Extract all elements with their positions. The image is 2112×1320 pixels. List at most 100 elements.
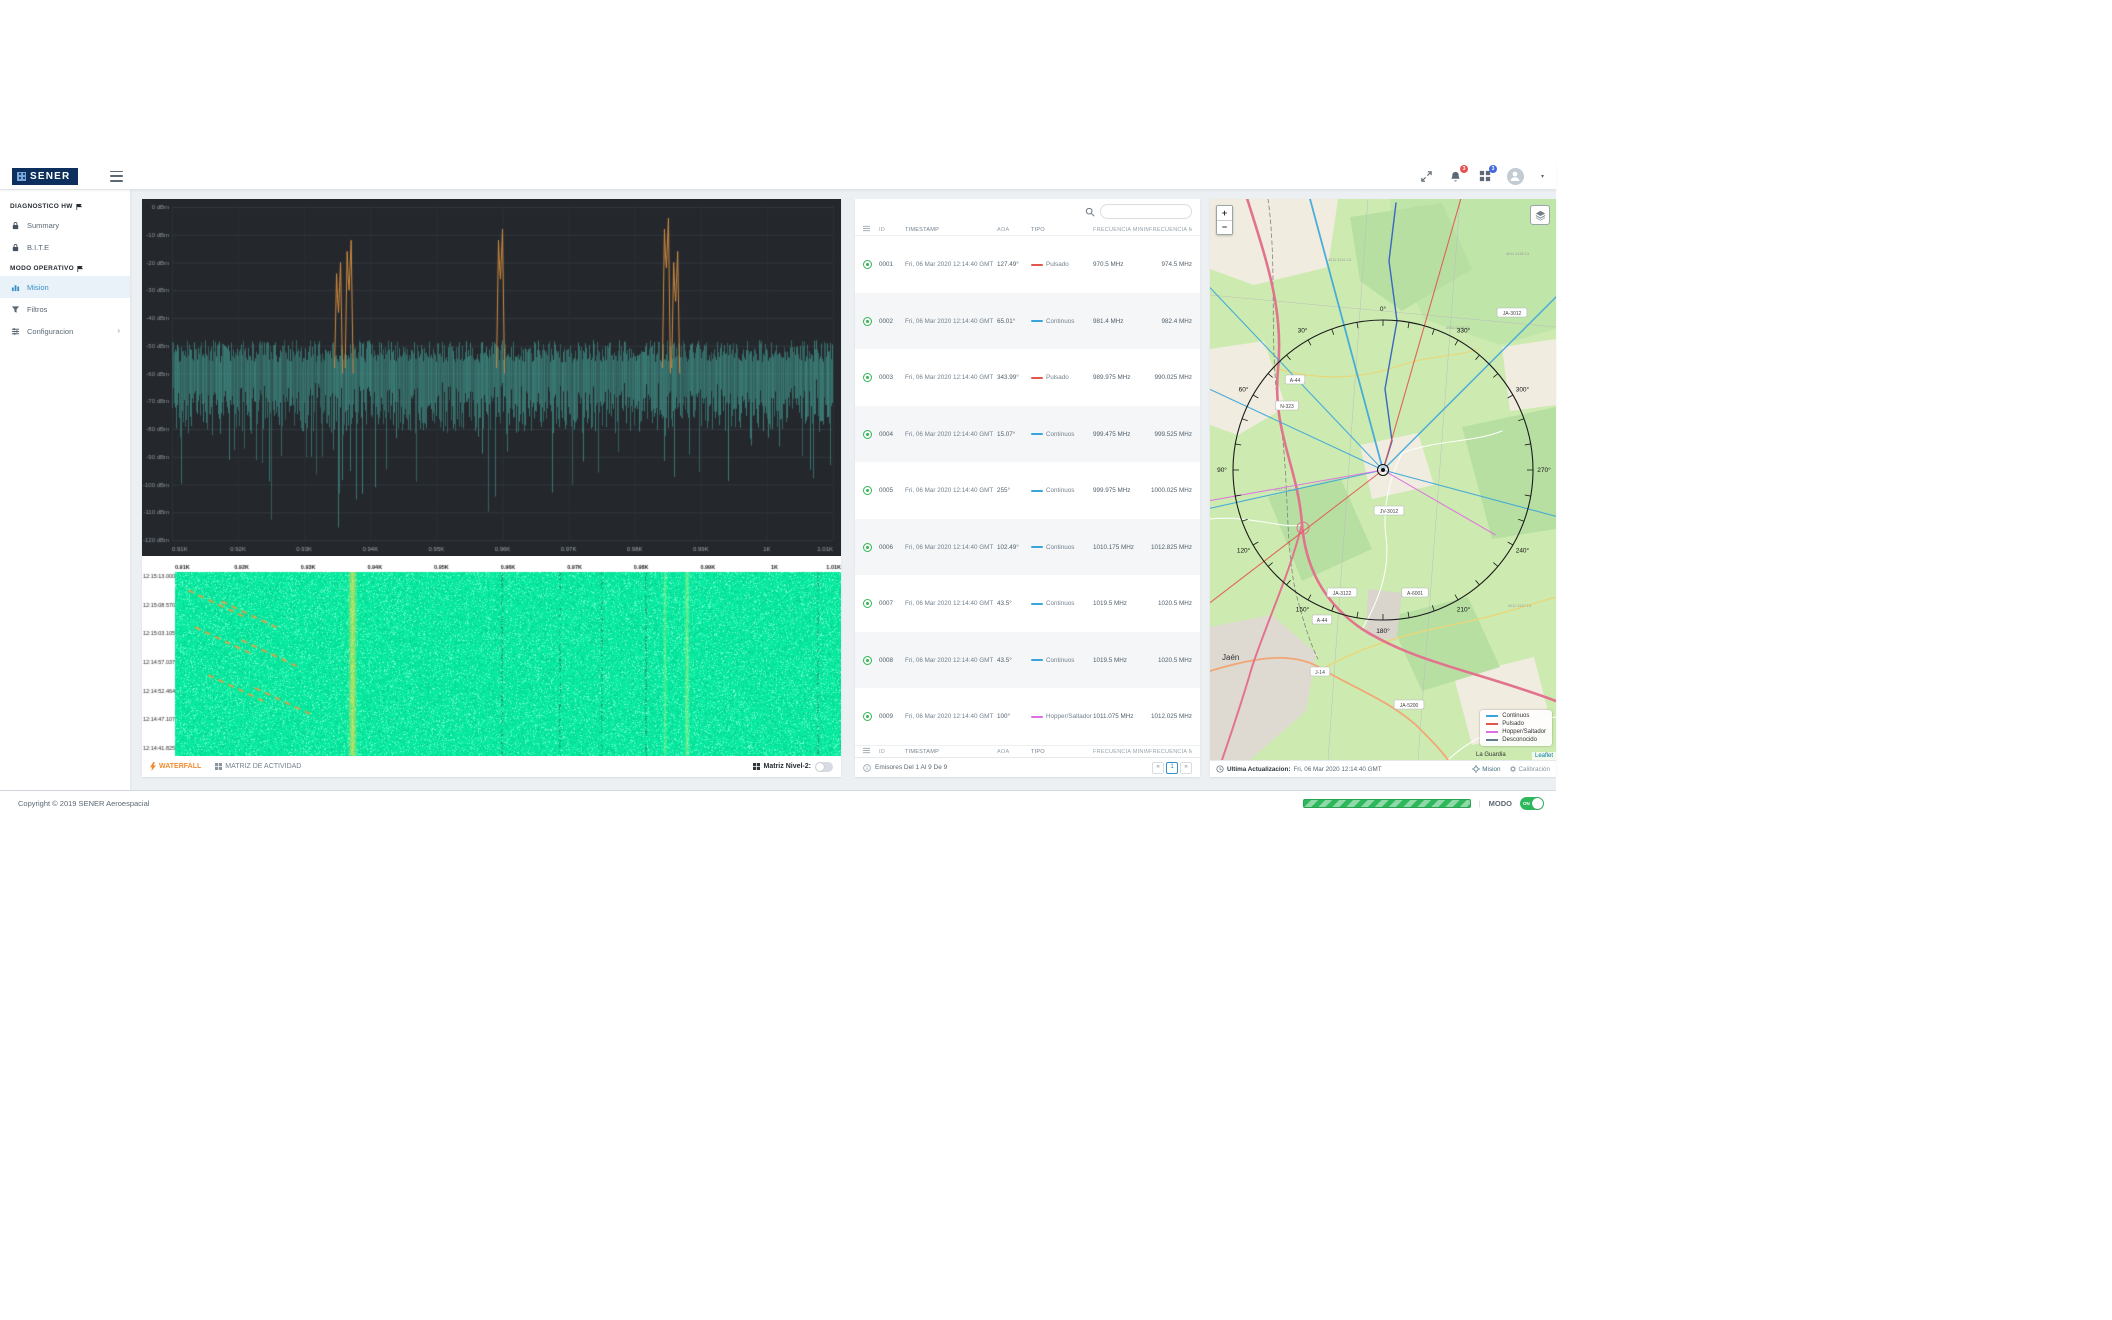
emitter-frecuencia-maxima: 1020.5 MHz — [1149, 657, 1192, 664]
flag-icon — [77, 266, 83, 272]
user-avatar[interactable] — [1507, 168, 1524, 185]
emitter-aoa: 127.49° — [997, 261, 1031, 268]
sidebar-item-bite[interactable]: B.I.T.E — [0, 236, 130, 258]
table-row[interactable]: 0004Fri, 06 Mar 2020 12:14:40 GMT15.07°C… — [855, 406, 1200, 463]
target-icon — [863, 712, 872, 721]
waterfall-chart[interactable] — [142, 562, 841, 756]
flag-icon — [76, 204, 82, 210]
legend-item: Hopper/Saltador — [1486, 729, 1546, 735]
grid-icon — [753, 763, 760, 770]
sidebar-item-configuracion[interactable]: Configuracion › — [0, 320, 130, 342]
app-window: SENER 3 3 ▾ DIAGNOSTICO HW — [0, 163, 1556, 815]
emitter-status-icon[interactable] — [863, 430, 879, 439]
compass-degree-label: 330° — [1457, 327, 1471, 335]
column-header: AOA — [997, 227, 1031, 233]
apps-grid-icon[interactable]: 3 — [1478, 169, 1492, 183]
sidebar-section-modo-operativo: MODO OPERATIVO — [0, 258, 130, 276]
target-dot — [866, 320, 869, 323]
emitter-tipo: Pulsado — [1031, 261, 1093, 268]
compass-degree-label: 120° — [1237, 547, 1251, 555]
modo-toggle[interactable]: ON — [1520, 797, 1544, 810]
column-header: ID — [879, 749, 905, 755]
emitter-id: 0005 — [879, 487, 905, 494]
logo-text: SENER — [30, 171, 70, 182]
emitter-tipo: Hopper/Saltador — [1031, 713, 1093, 720]
target-dot — [866, 659, 869, 662]
mision-button[interactable]: Mision — [1472, 765, 1500, 773]
emitters-table-panel: IDTIMESTAMPAOATIPOFRECUENCIA MINIMAFRECU… — [855, 199, 1200, 777]
emitter-frecuencia-minima: 1019.5 MHz — [1093, 600, 1149, 607]
table-footer: Emisores Del 1 Al 9 De 9 « 1 » — [855, 757, 1200, 777]
emitter-frecuencia-maxima: 1012.825 MHz — [1149, 544, 1192, 551]
gear-icon — [1509, 765, 1517, 773]
sidebar-item-mision[interactable]: Mision — [0, 276, 130, 298]
sener-logo-icon — [17, 172, 26, 181]
matriz-nivel-toggle[interactable] — [815, 762, 833, 772]
sener-logo[interactable]: SENER — [12, 168, 78, 185]
menu-toggle-button[interactable] — [110, 171, 123, 182]
notifications-bell-icon[interactable]: 3 — [1449, 169, 1463, 183]
map-canvas[interactable]: 4011.3141.134011.3145.134012.3144.134011… — [1210, 199, 1556, 760]
emitter-frecuencia-minima: 999.975 MHz — [1093, 487, 1149, 494]
svg-text:4011.3147.13: 4011.3147.13 — [1508, 604, 1531, 608]
target-icon — [863, 486, 872, 495]
emitter-status-icon[interactable] — [863, 656, 879, 665]
emitter-status-icon[interactable] — [863, 373, 879, 382]
zoom-in-button[interactable]: + — [1217, 206, 1232, 220]
spectrum-chart[interactable] — [142, 199, 841, 556]
target-dot — [866, 433, 869, 436]
target-dot — [866, 602, 869, 605]
legend-color-line — [1486, 731, 1498, 733]
emitter-status-icon[interactable] — [863, 712, 879, 721]
table-row[interactable]: 0001Fri, 06 Mar 2020 12:14:40 GMT127.49°… — [855, 236, 1200, 293]
chevron-down-icon[interactable]: ▾ — [1541, 173, 1544, 180]
pagination-first-button[interactable]: « — [1152, 762, 1164, 774]
search-input[interactable] — [1100, 204, 1192, 219]
emitter-frecuencia-maxima: 982.4 MHz — [1149, 318, 1192, 325]
tipo-color-dash — [1031, 264, 1043, 266]
tab-waterfall[interactable]: WATERFALL — [150, 762, 201, 771]
leaflet-attribution[interactable]: Leaflet — [1532, 752, 1556, 760]
fullscreen-icon[interactable] — [1420, 169, 1434, 183]
emitter-timestamp: Fri, 06 Mar 2020 12:14:40 GMT — [905, 318, 997, 325]
emitter-status-icon[interactable] — [863, 599, 879, 608]
matriz-nivel-label: Matriz Nivel-2: — [764, 763, 811, 770]
table-row[interactable]: 0005Fri, 06 Mar 2020 12:14:40 GMT255°Con… — [855, 462, 1200, 519]
emitter-aoa: 102.49° — [997, 544, 1031, 551]
emitter-tipo: Continuos — [1031, 431, 1093, 438]
emitter-status-icon[interactable] — [863, 486, 879, 495]
emitter-status-icon[interactable] — [863, 317, 879, 326]
copyright-text: Copyright © 2019 SENER Aeroespacial — [18, 799, 149, 808]
table-row[interactable]: 0006Fri, 06 Mar 2020 12:14:40 GMT102.49°… — [855, 519, 1200, 576]
emitter-status-icon[interactable] — [863, 543, 879, 552]
emitter-frecuencia-maxima: 1000.025 MHz — [1149, 487, 1192, 494]
sidebar-item-filtros[interactable]: Filtros — [0, 298, 130, 320]
pagination-page-button[interactable]: 1 — [1166, 762, 1178, 774]
target-dot — [866, 376, 869, 379]
map-footer: Ultima Actualizacion: Fri, 06 Mar 2020 1… — [1210, 760, 1556, 777]
emitter-status-icon[interactable] — [863, 260, 879, 269]
map-layers-button[interactable] — [1530, 205, 1550, 225]
emitter-timestamp: Fri, 06 Mar 2020 12:14:40 GMT — [905, 374, 997, 381]
table-row[interactable]: 0009Fri, 06 Mar 2020 12:14:40 GMT100°Hop… — [855, 688, 1200, 745]
table-row[interactable]: 0008Fri, 06 Mar 2020 12:14:40 GMT43.5°Co… — [855, 632, 1200, 689]
table-row[interactable]: 0002Fri, 06 Mar 2020 12:14:40 GMT65.01°C… — [855, 293, 1200, 350]
sidebar-item-summary[interactable]: Summary — [0, 214, 130, 236]
pagination: « 1 » — [1152, 762, 1192, 774]
emitter-timestamp: Fri, 06 Mar 2020 12:14:40 GMT — [905, 487, 997, 494]
emitter-frecuencia-minima: 970.5 MHz — [1093, 261, 1149, 268]
target-icon — [863, 430, 872, 439]
emitter-frecuencia-minima: 1010.175 MHz — [1093, 544, 1149, 551]
tab-matriz-actividad[interactable]: MATRIZ DE ACTIVIDAD — [215, 763, 301, 770]
calibracion-button[interactable]: Calibración — [1509, 765, 1551, 773]
svg-text:4011.3145.13: 4011.3145.13 — [1506, 252, 1529, 256]
zoom-out-button[interactable]: − — [1217, 220, 1232, 234]
table-footer-header-row: IDTIMESTAMPAOATIPOFRECUENCIA MINIMAFRECU… — [855, 745, 1200, 757]
emitter-id: 0009 — [879, 713, 905, 720]
table-row[interactable]: 0007Fri, 06 Mar 2020 12:14:40 GMT43.5°Co… — [855, 575, 1200, 632]
table-row[interactable]: 0003Fri, 06 Mar 2020 12:14:40 GMT343.99°… — [855, 349, 1200, 406]
emitter-tipo: Continuos — [1031, 544, 1093, 551]
pagination-last-button[interactable]: » — [1180, 762, 1192, 774]
target-icon — [863, 656, 872, 665]
tipo-label: Continuos — [1046, 600, 1074, 607]
